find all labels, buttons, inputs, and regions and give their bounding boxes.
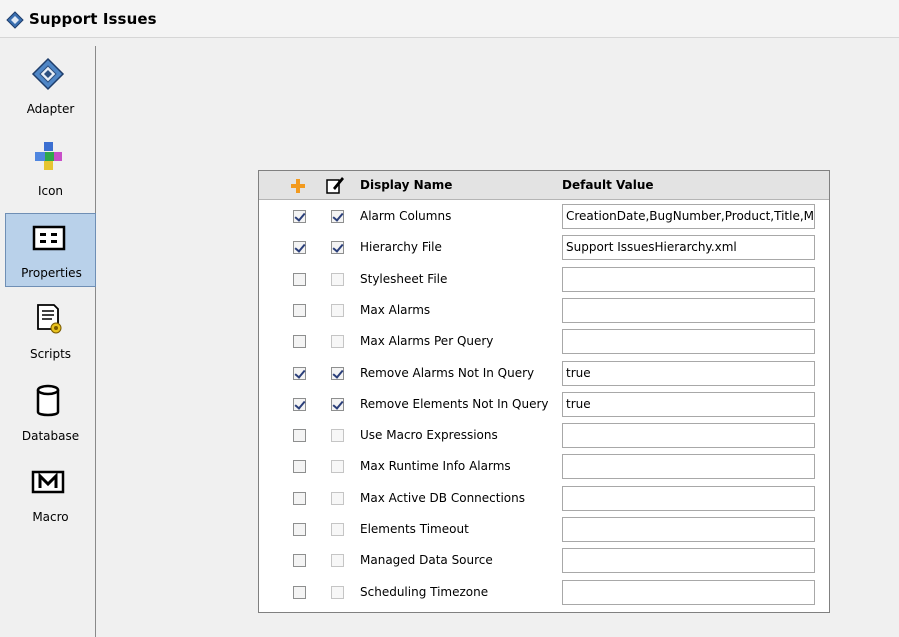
sidebar-item-label: Macro [32,510,69,524]
include-checkbox[interactable] [293,335,306,349]
default-value-field[interactable]: Support IssuesHierarchy.xml [562,235,815,261]
property-name: Managed Data Source [360,553,493,568]
default-value-field[interactable] [562,266,815,292]
sidebar-item-adapter[interactable]: Adapter [5,50,96,124]
editable-checkbox[interactable] [331,335,344,349]
property-name: Max Alarms Per Query [360,334,494,349]
grid-header: Display Name Default Value [259,171,829,200]
default-value-field[interactable] [562,423,815,449]
editable-checkbox[interactable] [331,210,344,223]
table-row: Max Alarms Per Query [259,326,829,357]
default-value-field[interactable] [562,485,815,511]
default-value-field[interactable] [562,329,815,355]
table-row: Elements Timeout [259,514,829,545]
property-name: Remove Elements Not In Query [360,396,549,411]
sidebar-item-label: Icon [37,184,64,198]
include-checkbox[interactable] [293,272,306,286]
sidebar-item-label: Scripts [29,347,72,361]
property-name: Alarm Columns [360,209,452,223]
property-name: Use Macro Expressions [360,428,498,443]
default-value-field[interactable] [562,454,815,480]
puzzle-icon [35,142,62,170]
include-checkbox[interactable] [293,523,306,536]
table-row: Hierarchy File Support IssuesHierarchy.xm… [259,232,829,263]
include-checkbox[interactable] [293,303,306,317]
adapter-icon [6,11,24,29]
property-name: Max Runtime Info Alarms [360,459,511,474]
sidebar-item-label: Properties [21,266,82,280]
editable-checkbox[interactable] [331,523,344,536]
table-row: Max Active DB Connections [259,483,829,514]
editable-checkbox[interactable] [331,241,344,255]
properties-grid: Display Name Default Value Alarm Columns… [258,170,830,613]
property-name: Hierarchy File [360,240,442,255]
column-header-default-value[interactable]: Default Value [562,178,654,192]
edit-icon[interactable] [325,175,345,195]
include-checkbox[interactable] [293,491,306,505]
property-name: Max Alarms [360,302,431,317]
include-checkbox[interactable] [293,554,306,568]
property-name: Elements Timeout [360,522,469,536]
table-row: Max Runtime Info Alarms [259,451,829,482]
sidebar-item-scripts[interactable]: Scripts [5,295,96,369]
adapter-icon [31,57,65,91]
sidebar-item-macro[interactable]: Macro [5,458,96,532]
add-icon[interactable] [290,178,306,194]
property-name: Max Active DB Connections [360,490,525,505]
property-name: Scheduling Timezone [360,584,489,599]
table-row: Managed Data Source [259,545,829,576]
properties-icon [32,225,66,251]
table-row: Max Alarms [259,295,829,326]
table-row: Stylesheet File [259,264,829,295]
property-name: Remove Alarms Not In Query [360,365,535,380]
property-name: Stylesheet File [360,271,448,286]
default-value-field[interactable] [562,297,815,323]
include-checkbox[interactable] [293,460,306,474]
sidebar-item-database[interactable]: Database [5,377,96,451]
editable-checkbox[interactable] [331,491,344,505]
sidebar-item-label: Adapter [26,102,75,116]
default-value-field[interactable]: true [562,360,815,386]
editable-checkbox[interactable] [331,272,344,286]
table-row: Use Macro Expressions [259,420,829,451]
include-checkbox[interactable] [293,210,306,223]
database-icon [36,384,60,417]
editable-checkbox[interactable] [331,554,344,568]
sidebar-item-icon[interactable]: Icon [5,132,96,206]
include-checkbox[interactable] [293,429,306,443]
include-checkbox[interactable] [293,366,306,380]
editable-checkbox[interactable] [331,429,344,443]
default-value-field[interactable]: CreationDate,BugNumber,Product,Title,M [562,204,815,229]
include-checkbox[interactable] [293,585,306,599]
sidebar: Adapter Icon Properties Scripts Database… [5,46,96,637]
scripts-icon [37,304,62,334]
default-value-field[interactable] [562,579,815,605]
column-header-display-name[interactable]: Display Name [360,178,452,192]
table-row: Alarm Columns CreationDate,BugNumber,Prod… [259,201,829,232]
editable-checkbox[interactable] [331,460,344,474]
default-value-field[interactable]: true [562,391,815,417]
table-row: Remove Alarms Not In Query true [259,358,829,389]
macro-icon [31,470,65,494]
default-value-field[interactable] [562,517,815,542]
include-checkbox[interactable] [293,397,306,411]
table-row: Scheduling Timezone [259,577,829,608]
editable-checkbox[interactable] [331,366,344,380]
include-checkbox[interactable] [293,241,306,255]
editable-checkbox[interactable] [331,585,344,599]
default-value-field[interactable] [562,548,815,574]
editable-checkbox[interactable] [331,397,344,411]
title-bar: Support Issues [0,0,899,38]
sidebar-item-label: Database [21,429,80,443]
table-row: Remove Elements Not In Query true [259,389,829,420]
editable-checkbox[interactable] [331,303,344,317]
window-title: Support Issues [29,10,157,28]
sidebar-item-properties[interactable]: Properties [5,213,96,287]
